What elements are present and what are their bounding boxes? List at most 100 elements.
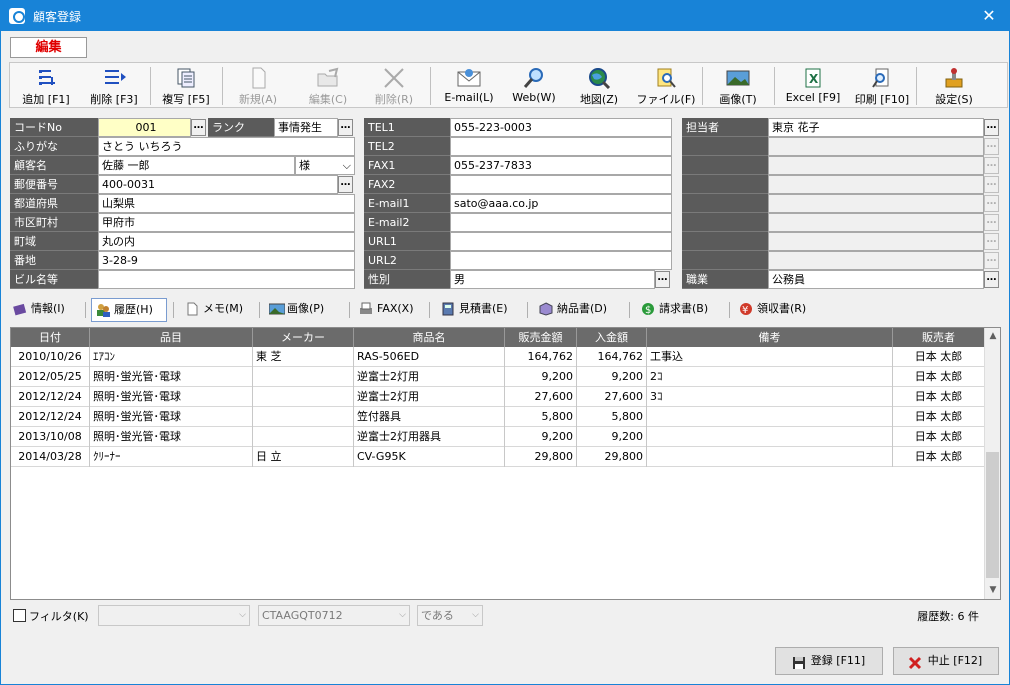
extra-label xyxy=(682,156,768,175)
honorific-select[interactable]: 様 ⌵ xyxy=(295,156,355,175)
settings-button[interactable]: 設定(S) xyxy=(920,63,988,107)
col-seller[interactable]: 販売者 xyxy=(893,328,985,347)
tab-invoice[interactable]: $ 請求書(B) xyxy=(637,298,723,322)
table-row[interactable]: 2013/10/08 照明･蛍光管･電球 逆富士2灯用器具 9,200 9,20… xyxy=(11,427,985,447)
building-field[interactable] xyxy=(98,270,355,289)
code-field[interactable]: 001 xyxy=(98,118,191,137)
add-button[interactable]: 追加 [F1] xyxy=(14,63,78,107)
table-row[interactable]: 2012/12/24 照明･蛍光管･電球 逆富士2灯用 27,600 27,60… xyxy=(11,387,985,407)
tab-memo[interactable]: メモ(M) xyxy=(181,298,251,322)
cancel-button[interactable]: 中止 [F12] xyxy=(893,647,999,675)
url1-field[interactable] xyxy=(450,232,672,251)
tab-separator xyxy=(729,302,730,318)
fax1-field[interactable]: 055-237-7833 xyxy=(450,156,672,175)
remove-button[interactable]: 削除(R) xyxy=(362,63,426,107)
image-button[interactable]: 画像(T) xyxy=(706,63,770,107)
zip-lookup-button[interactable]: … xyxy=(338,176,353,193)
scroll-thumb[interactable] xyxy=(986,452,999,578)
rank-field[interactable]: 事情発生 xyxy=(274,118,338,137)
tel1-field[interactable]: 055-223-0003 xyxy=(450,118,672,137)
toolbar-separator xyxy=(774,67,775,105)
tab-info[interactable]: 情報(I) xyxy=(9,298,79,322)
yen-icon: ¥ xyxy=(739,302,753,316)
edit-button[interactable]: 編集(C) xyxy=(294,63,362,107)
col-note[interactable]: 備考 xyxy=(647,328,893,347)
manager-lookup-button[interactable]: … xyxy=(984,119,999,136)
table-row[interactable]: 2012/05/25 照明･蛍光管･電球 逆富士2灯用 9,200 9,200 … xyxy=(11,367,985,387)
col-sales-amount[interactable]: 販売金額 xyxy=(505,328,577,347)
table-row[interactable]: 2012/12/24 照明･蛍光管･電球 笠付器具 5,800 5,800 日本… xyxy=(11,407,985,427)
code-lookup-button[interactable]: … xyxy=(191,119,206,136)
tab-receipt[interactable]: ¥ 領収書(R) xyxy=(735,298,819,322)
tab-image[interactable]: 画像(P) xyxy=(265,298,345,322)
filter-checkbox[interactable] xyxy=(13,609,26,622)
scroll-up-icon[interactable]: ▲ xyxy=(985,328,1001,345)
tel2-field[interactable] xyxy=(450,137,672,156)
toolbar-separator xyxy=(430,67,431,105)
magnifier-icon xyxy=(521,67,547,89)
extra-lookup-button: … xyxy=(984,233,999,250)
email2-field[interactable] xyxy=(450,213,672,232)
print-button[interactable]: 印刷 [F10] xyxy=(848,63,916,107)
table-row[interactable]: 2010/10/26 ｴｱｺﾝ 東 芝 RAS-506ED 164,762 16… xyxy=(11,347,985,367)
users-icon xyxy=(96,303,110,317)
url2-field[interactable] xyxy=(450,251,672,270)
scroll-down-icon[interactable]: ▼ xyxy=(985,582,1001,599)
gender-field[interactable]: 男 xyxy=(450,270,655,289)
tab-history[interactable]: 履歴(H) xyxy=(91,298,167,322)
email-button[interactable]: E-mail(L) xyxy=(434,63,504,107)
filter-field-select[interactable]: ⌵ xyxy=(98,605,250,626)
code-label: コードNo xyxy=(10,118,98,137)
extra-lookup-button: … xyxy=(984,157,999,174)
file-button[interactable]: ファイル(F) xyxy=(632,63,700,107)
town-field[interactable]: 丸の内 xyxy=(98,232,355,251)
name-field[interactable]: 佐藤 一郎 xyxy=(98,156,295,175)
copy-button[interactable]: 複写 [F5] xyxy=(154,63,218,107)
filter-value-input[interactable]: CTAAGQT0712 ⌵ xyxy=(258,605,410,626)
tab-delivery[interactable]: 納品書(D) xyxy=(535,298,623,322)
pref-field[interactable]: 山梨県 xyxy=(98,194,355,213)
extra-lookup-button: … xyxy=(984,195,999,212)
job-lookup-button[interactable]: … xyxy=(984,271,999,288)
excel-button[interactable]: X Excel [F9] xyxy=(778,63,848,107)
cancel-x-icon xyxy=(908,654,922,670)
job-field[interactable]: 公務員 xyxy=(768,270,984,289)
book-icon xyxy=(13,302,27,316)
extra-lookup-button: … xyxy=(984,214,999,231)
col-item[interactable]: 品目 xyxy=(90,328,253,347)
col-payment[interactable]: 入金額 xyxy=(577,328,647,347)
fax2-field[interactable] xyxy=(450,175,672,194)
manager-field[interactable]: 東京 花子 xyxy=(768,118,984,137)
close-icon[interactable]: ✕ xyxy=(969,1,1009,31)
tel2-label: TEL2 xyxy=(364,137,450,156)
extra-lookup-button: … xyxy=(984,138,999,155)
web-button[interactable]: Web(W) xyxy=(504,63,564,107)
filter-operator-select[interactable]: である ⌵ xyxy=(417,605,483,626)
email1-field[interactable]: sato@aaa.co.jp xyxy=(450,194,672,213)
furigana-field[interactable]: さとう いちろう xyxy=(98,137,355,156)
rank-lookup-button[interactable]: … xyxy=(338,119,353,136)
new-button[interactable]: 新規(A) xyxy=(226,63,290,107)
gender-lookup-button[interactable]: … xyxy=(655,271,670,288)
tab-fax[interactable]: FAX(X) xyxy=(355,298,425,322)
image-icon xyxy=(268,302,286,316)
number-label: 番地 xyxy=(10,251,98,270)
col-product[interactable]: 商品名 xyxy=(354,328,505,347)
col-date[interactable]: 日付 xyxy=(11,328,90,347)
tel1-label: TEL1 xyxy=(364,118,450,137)
map-button[interactable]: 地図(Z) xyxy=(566,63,632,107)
delete-button[interactable]: 削除 [F3] xyxy=(82,63,146,107)
vertical-scrollbar[interactable]: ▲ ▼ xyxy=(984,328,1000,599)
zip-field[interactable]: 400-0031 xyxy=(98,175,338,194)
number-field[interactable]: 3-28-9 xyxy=(98,251,355,270)
table-row[interactable]: 2014/03/28 ｸﾘｰﾅｰ 日 立 CV-G95K 29,800 29,8… xyxy=(11,447,985,467)
city-field[interactable]: 甲府市 xyxy=(98,213,355,232)
extra-field xyxy=(768,156,984,175)
floppy-icon xyxy=(792,654,806,669)
furigana-label: ふりがな xyxy=(10,137,98,156)
detail-tabs: 情報(I) 履歴(H) メモ(M) 画像(P) FAX(X) 見積書(E) 納品… xyxy=(9,298,999,322)
toolbar: 追加 [F1] 削除 [F3] 複写 [F5] 新規(A) 編集(C) 削除(R… xyxy=(9,62,1008,108)
col-maker[interactable]: メーカー xyxy=(253,328,354,347)
tab-estimate[interactable]: 見積書(E) xyxy=(437,298,523,322)
save-button[interactable]: 登録 [F11] xyxy=(775,647,883,675)
